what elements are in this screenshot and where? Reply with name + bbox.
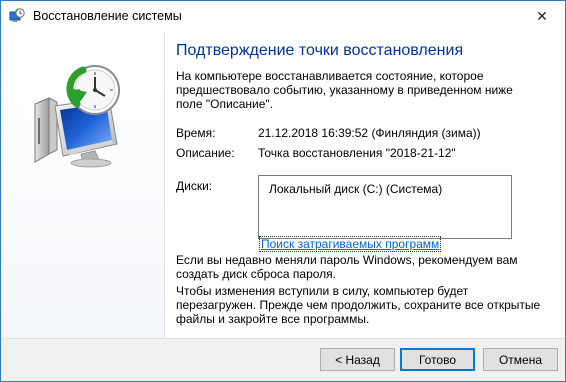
cancel-button[interactable]: Отмена [483,348,558,371]
time-value: 21.12.2018 16:39:52 (Финляндия (зима)) [258,126,481,140]
page-heading: Подтверждение точки восстановления [176,42,464,59]
intro-text: На компьютере восстанавливается состояни… [176,69,513,111]
restart-note: Чтобы изменения вступили в силу, компьют… [176,284,541,326]
disks-label: Диски: [176,179,213,193]
password-note: Если вы недавно меняли пароль Windows, р… [176,253,518,281]
disk-item: Локальный диск (C:) (Система) [269,182,443,196]
finish-button[interactable]: Готово [400,348,475,371]
sidebar-panel [1,32,165,338]
title-bar: Восстановление системы ✕ [1,1,565,32]
content-panel: Подтверждение точки восстановления На ко… [164,32,565,338]
button-bar: < Назад Готово Отмена [1,338,565,381]
back-button[interactable]: < Назад [320,348,395,371]
description-value: Точка восстановления "2018-21-12" [258,146,456,160]
disks-list[interactable]: Локальный диск (C:) (Система) [258,175,512,239]
system-restore-window: Восстановление системы ✕ Подтверждение т… [0,0,566,382]
close-icon: ✕ [536,8,548,24]
window-title: Восстановление системы [33,9,182,23]
description-label: Описание: [176,146,235,160]
scan-affected-programs-link[interactable]: Поиск затрагиваемых программ [258,236,442,252]
system-restore-icon [9,8,25,22]
restore-computer-clock-icon [34,65,120,168]
time-label: Время: [176,126,216,140]
close-button[interactable]: ✕ [519,1,565,32]
